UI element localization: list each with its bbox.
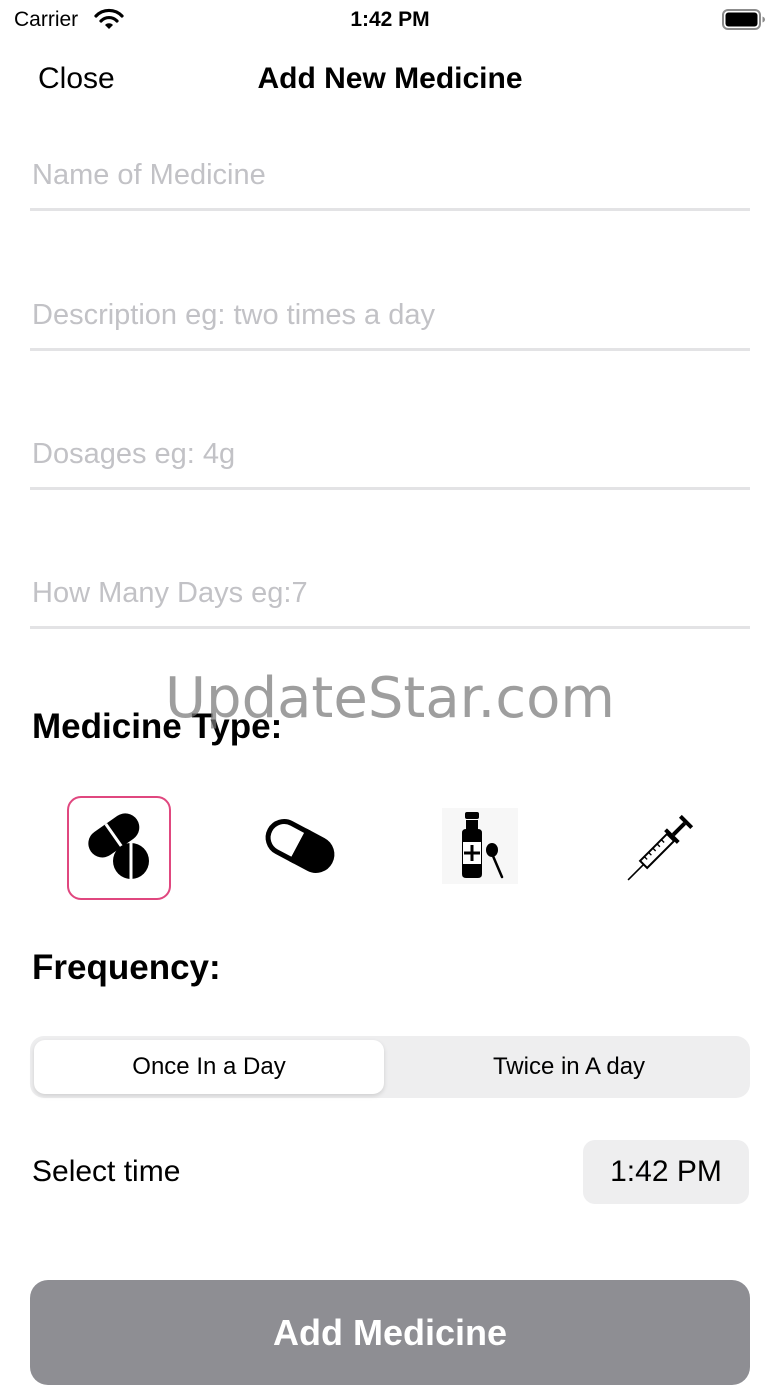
- battery-icon: [722, 9, 766, 36]
- page-title: Add New Medicine: [257, 62, 523, 95]
- days-field[interactable]: [32, 577, 748, 610]
- description-field[interactable]: [32, 299, 748, 332]
- days-field-container: [30, 559, 750, 629]
- medicine-type-capsule-button[interactable]: [248, 796, 352, 900]
- time-picker-button[interactable]: 1:42 PM: [583, 1140, 749, 1204]
- capsule-icon: [258, 810, 342, 887]
- medicine-name-field[interactable]: [32, 159, 748, 192]
- medicine-type-syringe-button[interactable]: [610, 796, 714, 900]
- dosage-field-container: [30, 420, 750, 490]
- add-medicine-button[interactable]: Add Medicine: [30, 1280, 750, 1385]
- syringe-icon: [622, 806, 702, 891]
- frequency-segmented-control: Once In a Day Twice in A day: [30, 1036, 750, 1098]
- frequency-option-once[interactable]: Once In a Day: [34, 1040, 384, 1094]
- description-field-container: [30, 281, 750, 351]
- medicine-type-tablet-button[interactable]: [67, 796, 171, 900]
- tablet-icon: [83, 808, 155, 889]
- select-time-label: Select time: [32, 1155, 181, 1188]
- status-time: 1:42 PM: [350, 8, 430, 31]
- medicine-type-title: Medicine Type:: [32, 707, 283, 746]
- medicine-type-syrup-button[interactable]: [428, 796, 532, 900]
- frequency-option-twice[interactable]: Twice in A day: [392, 1040, 746, 1094]
- medicine-name-field-container: [30, 141, 750, 211]
- syrup-bottle-icon: [442, 807, 518, 889]
- frequency-title: Frequency:: [32, 948, 221, 987]
- dosage-field[interactable]: [32, 438, 748, 471]
- status-bar: Carrier 1:42 PM: [0, 0, 780, 40]
